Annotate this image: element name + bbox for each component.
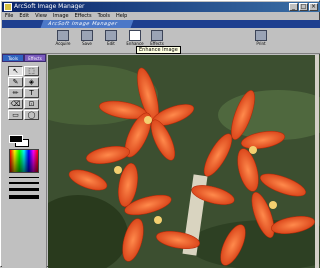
tab-effects[interactable]: Effects (24, 54, 46, 62)
menu-bar: File Edit View Image Effects Tools Help (2, 12, 320, 20)
menu-help[interactable]: Help (116, 12, 127, 20)
stroke-width-1[interactable] (9, 177, 39, 178)
window-title: ArcSoft Image Manager (14, 3, 85, 10)
menu-tools[interactable]: Tools (98, 12, 110, 20)
foreground-color-swatch[interactable] (9, 135, 23, 143)
menu-edit[interactable]: Edit (19, 12, 29, 20)
close-button[interactable]: × (309, 3, 318, 11)
stroke-width-3[interactable] (9, 188, 39, 191)
text-tool[interactable]: T (24, 88, 39, 98)
orchid-photo (48, 55, 320, 268)
stroke-width-4[interactable] (9, 195, 39, 199)
fill-tool[interactable]: ◈ (24, 77, 39, 87)
image-canvas[interactable] (48, 55, 320, 268)
eraser-tool[interactable]: ⌫ (8, 99, 23, 109)
title-bar[interactable]: ArcSoft Image Manager _ □ × (2, 2, 320, 12)
minimize-button[interactable]: _ (289, 3, 298, 11)
tool-palette: ↖ ⬚ ✎ ◈ ✏ T ⌫ ⊡ ▭ ◯ (8, 66, 40, 120)
menu-view[interactable]: View (35, 12, 47, 20)
left-panel (2, 28, 47, 268)
acquire-button[interactable]: Acquire (54, 30, 72, 50)
vertical-scrollbar[interactable] (315, 55, 319, 268)
lasso-tool[interactable]: ⬚ (24, 66, 39, 76)
ellipse-tool[interactable]: ◯ (24, 110, 39, 120)
print-icon (255, 30, 267, 41)
toolbar-tooltip: Enhance Image (136, 46, 181, 54)
app-window: ArcSoft Image Manager _ □ × File Edit Vi… (0, 0, 320, 268)
menu-file[interactable]: File (5, 12, 13, 20)
select-tool[interactable]: ↖ (8, 66, 23, 76)
crop-tool[interactable]: ⊡ (24, 99, 39, 109)
window-controls: _ □ × (289, 3, 318, 11)
stroke-width-2[interactable] (9, 182, 39, 184)
save-icon (81, 30, 93, 41)
menu-image[interactable]: Image (53, 12, 69, 20)
effects-icon (151, 30, 163, 41)
edit-icon (105, 30, 117, 41)
edit-button[interactable]: Edit (102, 30, 120, 50)
banner-tab: ArcSoft Image Manager (40, 20, 134, 28)
menu-effects[interactable]: Effects (75, 12, 92, 20)
app-icon (4, 3, 12, 11)
rectangle-tool[interactable]: ▭ (8, 110, 23, 120)
side-tabs: Tools Effects (2, 54, 46, 62)
enhance-icon (129, 30, 141, 41)
color-swatches[interactable] (9, 135, 39, 147)
save-button[interactable]: Save (78, 30, 96, 50)
maximize-button[interactable]: □ (299, 3, 308, 11)
acquire-icon (57, 30, 69, 41)
tab-tools[interactable]: Tools (2, 54, 24, 62)
app-banner: ArcSoft Image Manager (2, 20, 320, 28)
pen-tool[interactable]: ✏ (8, 88, 23, 98)
color-palette[interactable] (9, 149, 39, 173)
brush-tool[interactable]: ✎ (8, 77, 23, 87)
print-button[interactable]: Print (252, 30, 270, 50)
